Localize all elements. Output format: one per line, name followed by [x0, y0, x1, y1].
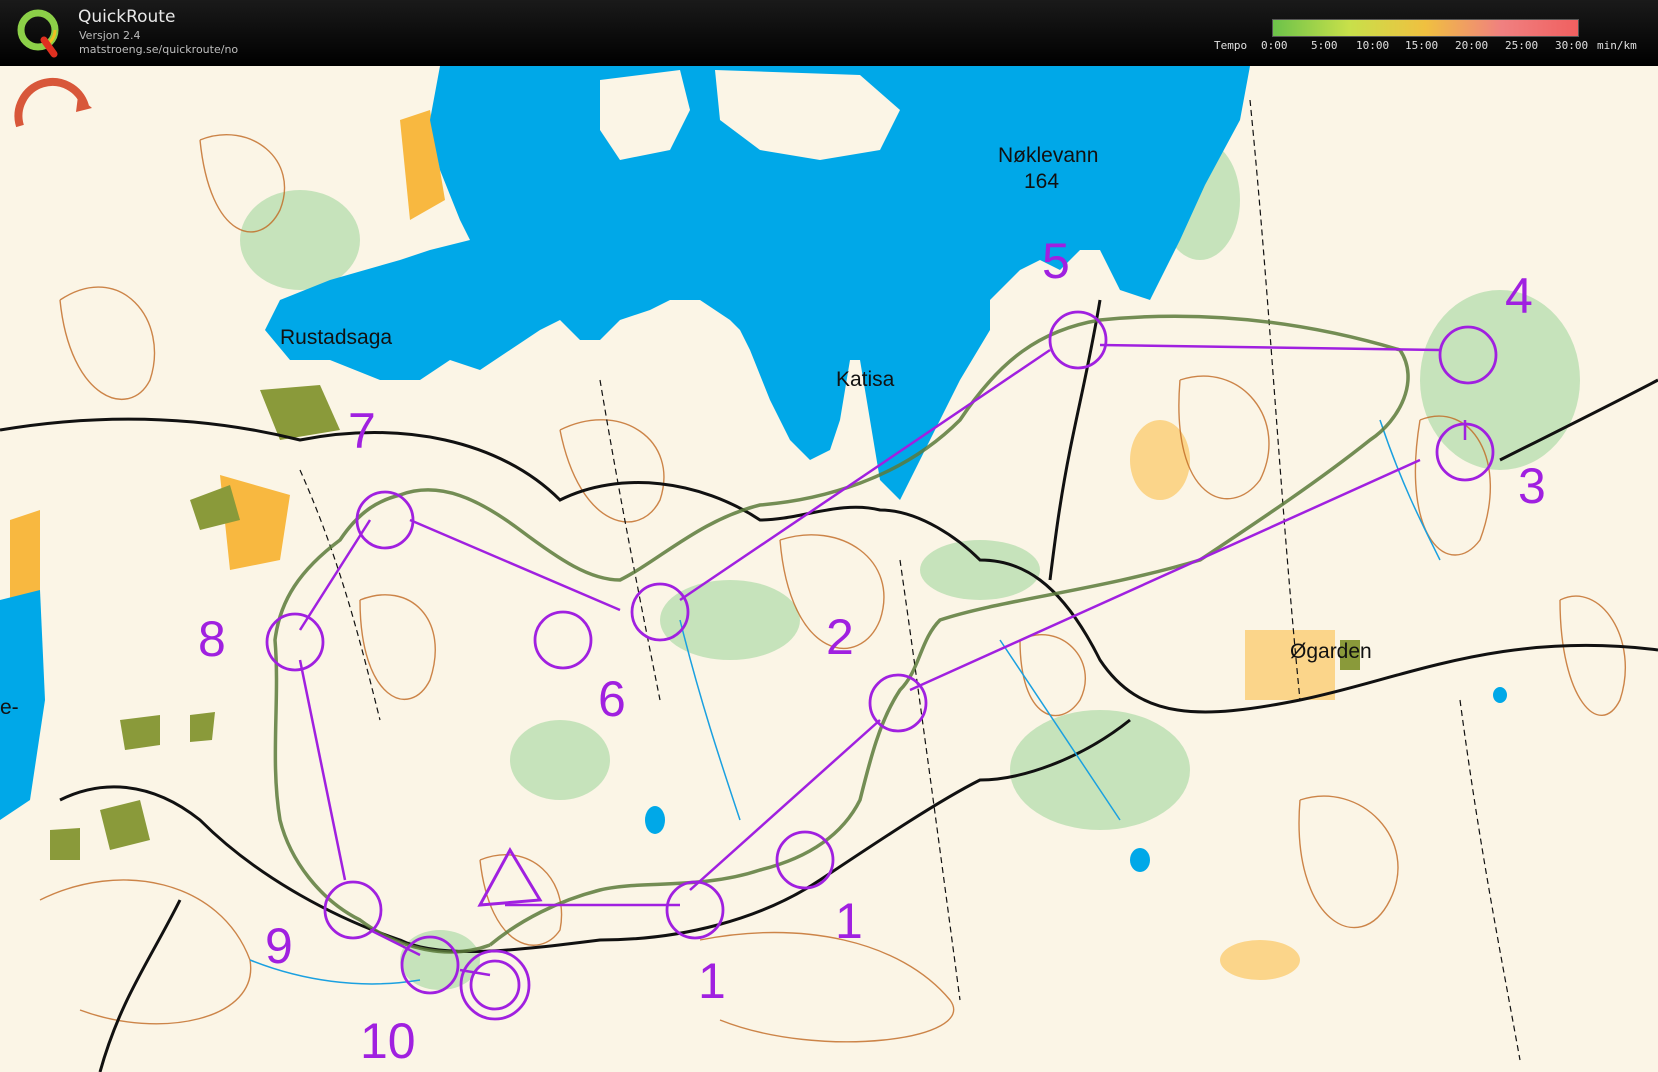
- app-version: Versjon 2.4: [79, 29, 141, 42]
- control-number-1: 1: [698, 953, 726, 1009]
- control-number-1b: 1: [835, 893, 863, 949]
- tempo-label: Tempo: [1214, 39, 1248, 52]
- control-number-8: 8: [198, 611, 226, 667]
- tempo-tick: 5:00: [1311, 39, 1338, 52]
- tempo-tick: 20:00: [1455, 39, 1489, 52]
- tempo-tick: 10:00: [1356, 39, 1390, 52]
- quickroute-window: QuickRoute Versjon 2.4 matstroeng.se/qui…: [0, 0, 1658, 1072]
- control-number-9: 9: [265, 918, 293, 974]
- place-name-katisa: Katisa: [836, 368, 895, 391]
- app-url: matstroeng.se/quickroute/no: [79, 43, 239, 56]
- control-number-4: 4: [1505, 268, 1533, 324]
- tempo-unit: min/km: [1597, 39, 1637, 52]
- control-number-10: 10: [360, 1013, 416, 1069]
- control-number-7: 7: [348, 403, 376, 459]
- tempo-gradient-bar: [1272, 19, 1579, 37]
- control-number-2: 2: [826, 609, 854, 665]
- place-name-noklevann: Nøklevann: [998, 144, 1099, 167]
- tempo-tick: 25:00: [1505, 39, 1539, 52]
- control-number-5: 5: [1042, 233, 1070, 289]
- tempo-tick: 0:00: [1261, 39, 1288, 52]
- header-bar: QuickRoute Versjon 2.4 matstroeng.se/qui…: [0, 0, 1658, 66]
- map-drawing: [0, 66, 1658, 1072]
- control-number-6: 6: [598, 671, 626, 727]
- tempo-legend: Tempo 0:00 5:00 10:00 15:00 20:00 25:00 …: [1210, 17, 1650, 57]
- tempo-tick: 30:00: [1555, 39, 1589, 52]
- quickroute-logo-icon: [17, 9, 59, 58]
- place-name-elevation: 164: [1024, 170, 1060, 193]
- place-name-ogarden: Øgarden: [1290, 640, 1372, 663]
- livelox-watermark-icon: [14, 78, 92, 128]
- place-name-rustadsaga: Rustadsaga: [280, 326, 393, 349]
- orienteering-map[interactable]: Nøklevann 164 Rustadsaga Katisa Øgarden …: [0, 66, 1658, 1072]
- control-number-3: 3: [1518, 458, 1546, 514]
- tempo-tick: 15:00: [1405, 39, 1439, 52]
- place-name-edge: e-: [0, 696, 19, 719]
- app-title: QuickRoute: [78, 7, 176, 27]
